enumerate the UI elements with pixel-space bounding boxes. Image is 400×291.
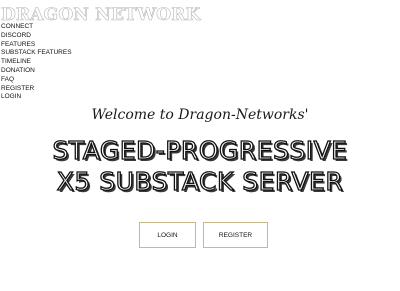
nav-item-discord[interactable]: DISCORD — [1, 32, 72, 41]
nav-item-faq[interactable]: FAQ — [1, 76, 72, 85]
nav-item-donation[interactable]: DONATION — [1, 67, 72, 76]
register-button[interactable]: REGISTER — [203, 222, 268, 248]
headline-line-1: STAGED-PROGRESSIVE — [52, 135, 348, 165]
main-nav: CONNECT DISCORD FEATURES SUBSTACK FEATUR… — [1, 23, 72, 102]
welcome-text: Welcome to Dragon-Networks' — [91, 107, 309, 123]
nav-item-login[interactable]: LOGIN — [1, 93, 72, 102]
nav-item-substack-features[interactable]: SUBSTACK FEATURES — [1, 49, 72, 58]
login-button[interactable]: LOGIN — [139, 222, 196, 248]
nav-item-timeline[interactable]: TIMELINE — [1, 58, 72, 67]
nav-item-features[interactable]: FEATURES — [1, 41, 72, 50]
nav-item-connect[interactable]: CONNECT — [1, 23, 72, 32]
nav-item-register[interactable]: REGISTER — [1, 85, 72, 94]
headline-line-2: X5 SUBSTACK SERVER — [56, 166, 344, 196]
site-logo[interactable]: DRAGON NETWORK — [1, 5, 201, 26]
